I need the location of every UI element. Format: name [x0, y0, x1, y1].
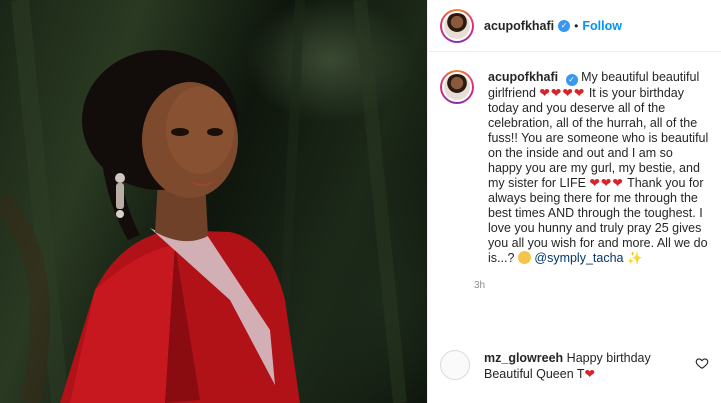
comment-heart-emoji-icon: ❤: [584, 367, 597, 381]
separator-dot: •: [574, 18, 579, 33]
post-timestamp[interactable]: 3h: [474, 280, 709, 291]
caption-author-avatar[interactable]: [440, 70, 474, 104]
hearts-emoji-icon: ❤❤❤❤: [539, 86, 586, 100]
follow-button[interactable]: Follow: [582, 19, 622, 33]
post-photo[interactable]: [0, 0, 427, 403]
comment-text: mz_glowreeh Happy birthday Beautiful Que…: [484, 350, 695, 382]
mention-link[interactable]: @symply_tacha: [534, 251, 623, 265]
verified-badge-icon: ✓: [558, 19, 571, 32]
caption-verified-icon: ✓: [565, 74, 578, 86]
author-avatar[interactable]: [440, 8, 474, 43]
commenter-username[interactable]: mz_glowreeh: [484, 351, 563, 365]
caption-part-2: It is your birthday today and you deserv…: [488, 86, 709, 190]
caption-text: acupofkhafi ✓ My beautiful beautiful gir…: [488, 70, 709, 266]
smile-emoji-icon: [517, 251, 531, 264]
caption-block: acupofkhafi ✓ My beautiful beautiful gir…: [440, 70, 709, 291]
hearts-emoji-icon-2: ❤❤❤: [589, 176, 624, 190]
post-side-panel: acupofkhafi ✓ • Follow acupofkhafi ✓ My …: [427, 0, 721, 403]
commenter-avatar[interactable]: [440, 350, 470, 380]
like-heart-icon[interactable]: [695, 356, 709, 370]
post-header: acupofkhafi ✓ • Follow: [428, 0, 721, 52]
sparkle-emoji-icon: ✨: [626, 251, 643, 265]
comment-row: mz_glowreeh Happy birthday Beautiful Que…: [440, 350, 709, 382]
author-username[interactable]: acupofkhafi: [484, 19, 554, 33]
caption-username[interactable]: acupofkhafi: [488, 70, 558, 84]
portrait-illustration: [0, 0, 407, 403]
